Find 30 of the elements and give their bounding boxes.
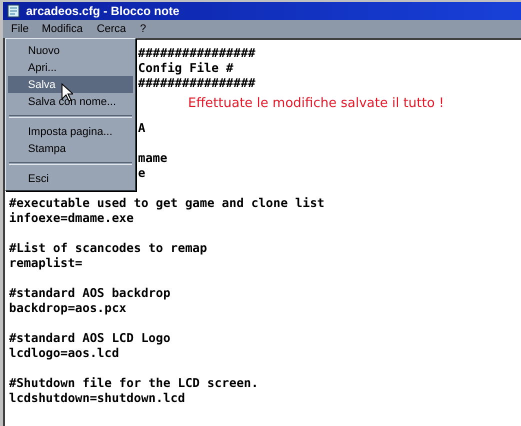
menu-entry[interactable]: Apri...	[8, 59, 133, 76]
text-line: #executable used to get game and clone list	[9, 196, 325, 211]
notepad-icon	[6, 4, 22, 18]
text-line: lcdshutdown=shutdown.lcd	[9, 391, 186, 406]
menu-entry[interactable]: Salva con nome...	[8, 93, 133, 110]
text-line: Config File #	[138, 61, 234, 76]
menu-entry[interactable]: Imposta pagina...	[8, 123, 133, 140]
menu-item[interactable]: File	[5, 22, 35, 36]
text-line: #standard AOS backdrop	[9, 286, 170, 301]
menu-item[interactable]: ?	[133, 21, 154, 37]
text-line: #standard AOS LCD Logo	[9, 331, 170, 346]
text-line: e	[138, 166, 146, 181]
note-text: Effettuate le modifiche salvate il tutto !	[188, 96, 444, 112]
menu-entry[interactable]: Stampa	[8, 140, 133, 157]
text-line: remaplist=	[9, 256, 82, 271]
text-line: lcdlogo=aos.lcd	[9, 346, 120, 361]
menu-entry[interactable]: Nuovo	[8, 42, 133, 59]
menu-entry[interactable]: Salva	[8, 76, 133, 93]
text-line: mame	[138, 151, 168, 166]
text-line: #List of scancodes to remap	[9, 241, 208, 256]
text-line: A	[138, 121, 146, 136]
window-title: arcadeos.cfg - Blocco note	[26, 4, 180, 18]
menu-item[interactable]: Modifica	[34, 21, 90, 37]
text-line: #Shutdown file for the LCD screen.	[9, 376, 258, 391]
text-line: ################	[138, 76, 256, 91]
text-line: backdrop=aos.pcx	[9, 301, 126, 316]
menu-entry[interactable]: Esci	[8, 170, 133, 187]
text-line: infoexe=dmame.exe	[9, 211, 134, 226]
menu-item[interactable]: Cerca	[90, 21, 134, 37]
text-line: ################	[138, 46, 256, 61]
